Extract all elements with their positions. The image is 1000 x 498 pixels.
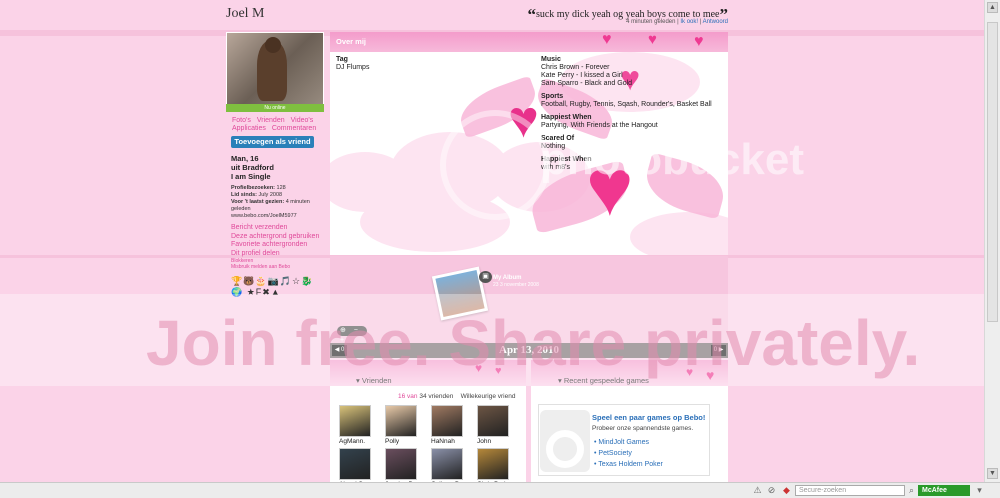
profile-bio: Man, 16 uit Bradford I am Single — [231, 154, 274, 181]
random-friend-link[interactable]: Willekeurige vriend — [461, 393, 516, 400]
profile-actions: Bericht verzenden Deze achtergrond gebru… — [231, 224, 323, 270]
quote-time: 4 minuten geleden — [626, 19, 676, 25]
watermark-brand: photobucket — [540, 135, 804, 184]
quote-open-icon: “ — [527, 5, 536, 24]
friend-name[interactable]: AgMann. — [339, 438, 375, 445]
album-date: 23 3 november 2008 — [493, 282, 539, 288]
friend-avatar[interactable] — [431, 448, 463, 480]
music-value: Sam Sparro - Black and Gold — [541, 80, 633, 87]
heart-icon: ♥ — [602, 32, 612, 48]
friend-avatar[interactable] — [477, 405, 509, 437]
happiest-value: Partying, With Friends at the Hangout — [541, 122, 658, 129]
album-icon[interactable]: ▣ — [479, 271, 492, 283]
profile-nav: Foto's Vrienden Video's Applicaties Comment… — [232, 117, 324, 133]
profile-name: Joel M — [226, 6, 265, 21]
tag-label: Tag — [336, 56, 348, 63]
friend-item[interactable]: Polly — [385, 405, 421, 445]
music-value: Kate Perry - I kissed a Girl — [541, 72, 623, 79]
watermark-tagline: Join free. Share privately. — [146, 307, 921, 379]
friend-name[interactable]: HaNnah — [431, 438, 467, 445]
nav-photos-link[interactable]: Foto's — [232, 117, 251, 124]
friends-count-shown: 16 van — [398, 393, 418, 400]
game-link[interactable]: Texas Holdem Poker — [594, 459, 663, 470]
friend-avatar[interactable] — [339, 405, 371, 437]
music-value: Chris Brown - Forever — [541, 64, 610, 71]
friend-avatar[interactable] — [339, 448, 371, 480]
shield-icon[interactable]: ◆ — [781, 485, 792, 496]
bebo-logo-ring — [546, 430, 584, 468]
profile-stats: Profielbezoeken: 128 Lid sinds: July 200… — [231, 185, 323, 220]
scroll-down-icon[interactable]: ▼ — [987, 468, 998, 479]
quote-meta: 4 minuten geleden | Ik ook! | Antwoord — [626, 19, 728, 25]
heart-icon: ♥ — [648, 32, 657, 48]
photo-head — [265, 37, 281, 53]
friend-name[interactable]: Polly — [385, 438, 421, 445]
profile-photo[interactable] — [226, 32, 324, 112]
bio-age: Man, 16 — [231, 154, 259, 163]
music-label: Music — [541, 56, 561, 63]
member-since-label: Lid sinds: — [231, 192, 257, 198]
sports-value: Football, Rugby, Tennis, Sqash, Rounder'… — [541, 101, 712, 108]
favorite-backgrounds-link[interactable]: Favoriete achtergronden — [231, 241, 323, 250]
friend-item[interactable]: John — [477, 405, 513, 445]
games-promo-title[interactable]: Speel een paar games op Bebo! — [592, 413, 705, 422]
mcafee-badge[interactable]: McAfee — [918, 485, 970, 496]
friend-avatar[interactable] — [477, 448, 509, 480]
friend-name[interactable]: John — [477, 438, 513, 445]
album-title[interactable]: My Album — [493, 275, 521, 281]
tag-value: DJ Flumps — [336, 64, 370, 71]
nav-friends-link[interactable]: Vrienden — [257, 117, 285, 124]
happiest-label: Happiest When — [541, 114, 592, 121]
watermark-circle-icon — [440, 110, 550, 220]
heart-icon: ♥ — [694, 33, 704, 50]
vertical-scrollbar[interactable]: ▲ ▼ — [984, 0, 1000, 482]
use-background-link[interactable]: Deze achtergrond gebruiken — [231, 233, 323, 242]
scrollbar-thumb[interactable] — [987, 22, 998, 322]
me-too-link[interactable]: Ik ook! — [680, 19, 698, 25]
warning-icon[interactable]: ⚠ — [752, 485, 763, 496]
scroll-up-icon[interactable]: ▲ — [987, 2, 998, 13]
friends-count: 16 van 34 vrienden Willekeurige vriend — [398, 393, 515, 400]
friend-avatar[interactable] — [431, 405, 463, 437]
profile-url[interactable]: www.bebo.com/JoelM5977 — [231, 213, 323, 220]
last-seen-label: Voor 't laatst gezien: — [231, 199, 285, 205]
search-icon[interactable]: ⌕ — [906, 485, 917, 496]
about-title: Over mij — [336, 37, 367, 46]
quote-separator: | — [677, 19, 679, 25]
game-link[interactable]: MindJolt Games — [594, 437, 663, 448]
games-list: MindJolt Games PetSociety Texas Holdem P… — [594, 437, 663, 470]
game-link[interactable]: PetSociety — [594, 448, 663, 459]
secure-search-input[interactable]: Secure-zoeken — [795, 485, 905, 496]
cloud-decoration — [630, 212, 728, 255]
quote-separator: | — [699, 19, 702, 25]
nav-videos-link[interactable]: Video's — [291, 117, 314, 124]
friend-avatar[interactable] — [385, 405, 417, 437]
nav-apps-link[interactable]: Applicaties — [232, 125, 266, 132]
views-label: Profielbezoeken: — [231, 185, 276, 191]
popup-blocker-icon[interactable]: ⊘ — [766, 485, 777, 496]
friend-item[interactable]: HaNnah — [431, 405, 467, 445]
games-promo-subtitle: Probeer onze spannendste games. — [592, 425, 694, 432]
about-left-column: Tag DJ Flumps — [336, 56, 369, 72]
chevron-down-icon[interactable]: ▾ — [974, 485, 985, 496]
report-abuse-link[interactable]: Misbruik melden aan Bebo — [231, 264, 323, 270]
send-message-link[interactable]: Bericht verzenden — [231, 224, 323, 233]
views-value: 128 — [276, 185, 286, 191]
bio-location: uit Bradford — [231, 163, 274, 172]
bio-status: I am Single — [231, 172, 271, 181]
browser-status-bar: ⚠ ⊘ ◆ Secure-zoeken ⌕ McAfee ▾ — [0, 482, 1000, 498]
about-header-band — [330, 32, 728, 52]
sports-label: Sports — [541, 93, 564, 100]
share-profile-link[interactable]: Dit profiel delen — [231, 250, 323, 259]
add-friend-button[interactable]: Toevoegen als vriend — [231, 136, 314, 148]
reply-link[interactable]: Antwoord — [703, 19, 728, 25]
online-status-bar: Nu online — [226, 104, 324, 112]
friend-avatar[interactable] — [385, 448, 417, 480]
member-since-value: July 2008 — [258, 192, 283, 198]
nav-comments-link[interactable]: Commentaren — [272, 125, 316, 132]
friend-item[interactable]: AgMann. — [339, 405, 375, 445]
friends-count-total[interactable]: 34 vrienden — [419, 393, 453, 400]
bebo-logo-icon — [540, 410, 590, 472]
